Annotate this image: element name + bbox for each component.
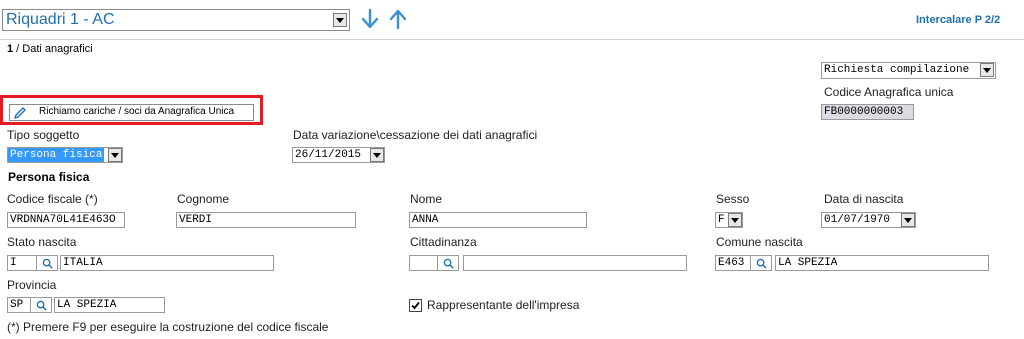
chevron-down-icon <box>373 152 381 158</box>
chevron-down-icon <box>111 152 119 158</box>
provincia-code-field[interactable]: SP <box>7 297 31 313</box>
nome-label: Nome <box>410 192 443 206</box>
search-icon <box>42 258 53 269</box>
tipo-soggetto-select[interactable]: Persona fisica <box>7 147 123 163</box>
checkmark-icon <box>411 301 420 310</box>
cittadinanza-desc-field[interactable] <box>463 255 687 271</box>
search-icon <box>443 258 454 269</box>
data-variazione-dropdown-button[interactable] <box>370 148 384 162</box>
data-variazione-label: Data variazione\cessazione dei dati anag… <box>293 128 538 142</box>
panel-select-dropdown-button[interactable] <box>333 13 347 27</box>
tipo-soggetto-value: Persona fisica <box>8 148 105 162</box>
codice-anagrafica-label: Codice Anagrafica unica <box>824 85 954 99</box>
chevron-down-icon <box>904 217 912 223</box>
footnote: (*) Premere F9 per eseguire la costruzio… <box>7 320 329 334</box>
provincia-label: Provincia <box>7 278 57 292</box>
header-divider <box>0 39 1024 40</box>
nome-field[interactable]: ANNA <box>409 212 587 228</box>
intercalare-indicator: Intercalare P 2/2 <box>916 14 1001 26</box>
cognome-field[interactable]: VERDI <box>176 212 356 228</box>
comune-nascita-label: Comune nascita <box>716 235 803 249</box>
stato-nascita-lookup-button[interactable] <box>36 255 58 271</box>
richiesta-dropdown-button[interactable] <box>980 63 994 77</box>
richiesta-compilazione-select[interactable]: Richiesta compilazione <box>821 62 996 79</box>
stato-nascita-code-field[interactable]: I <box>7 255 37 271</box>
search-icon <box>36 300 47 311</box>
sesso-value: F <box>718 214 725 226</box>
cognome-label: Cognome <box>177 192 230 206</box>
panel-select[interactable]: Riquadri 1 - AC <box>2 9 350 31</box>
rappresentante-checkbox[interactable] <box>409 299 422 312</box>
data-nascita-dropdown-button[interactable] <box>901 213 915 227</box>
search-icon <box>756 258 767 269</box>
richiamo-button-label: Richiamo cariche / soci da Anagrafica Un… <box>39 106 235 117</box>
section-name: / Dati anagrafici <box>13 43 93 55</box>
data-nascita-label: Data di nascita <box>824 192 904 206</box>
sesso-dropdown-button[interactable] <box>728 213 742 227</box>
provincia-lookup-button[interactable] <box>30 297 52 313</box>
comune-nascita-desc-field[interactable]: LA SPEZIA <box>775 255 989 271</box>
codice-fiscale-field[interactable]: VRDNNA70L41E463O <box>7 212 125 228</box>
stato-nascita-label: Stato nascita <box>7 235 77 249</box>
cittadinanza-lookup-button[interactable] <box>437 255 459 271</box>
comune-nascita-lookup-button[interactable] <box>750 255 772 271</box>
richiesta-compilazione-value: Richiesta compilazione <box>824 64 970 76</box>
stato-nascita-desc-field[interactable]: ITALIA <box>60 255 274 271</box>
chevron-down-icon <box>731 217 739 223</box>
pencil-icon <box>13 106 27 120</box>
sesso-label: Sesso <box>716 192 750 206</box>
chevron-down-icon <box>336 17 344 23</box>
cittadinanza-label: Cittadinanza <box>410 235 477 249</box>
cittadinanza-code-field[interactable] <box>409 255 438 271</box>
tipo-soggetto-label: Tipo soggetto <box>7 128 80 142</box>
richiamo-button[interactable]: Richiamo cariche / soci da Anagrafica Un… <box>9 104 254 121</box>
tipo-soggetto-dropdown-button[interactable] <box>108 148 122 162</box>
panel-select-value: Riquadri 1 - AC <box>6 11 115 28</box>
codice-fiscale-label: Codice fiscale (*) <box>7 192 98 206</box>
section-title: 1 / Dati anagrafici <box>7 43 93 55</box>
codice-anagrafica-field: FB0000000003 <box>821 104 914 120</box>
rappresentante-label: Rappresentante dell'impresa <box>427 298 580 312</box>
persona-fisica-heading: Persona fisica <box>8 170 90 184</box>
provincia-desc-field[interactable]: LA SPEZIA <box>54 297 165 313</box>
arrow-down-icon[interactable] <box>360 8 380 30</box>
comune-nascita-code-field[interactable]: E463 <box>715 255 751 271</box>
chevron-down-icon <box>983 67 991 73</box>
data-nascita-value: 01/07/1970 <box>824 214 891 226</box>
arrow-up-icon[interactable] <box>388 8 408 30</box>
data-variazione-value: 26/11/2015 <box>295 149 362 161</box>
